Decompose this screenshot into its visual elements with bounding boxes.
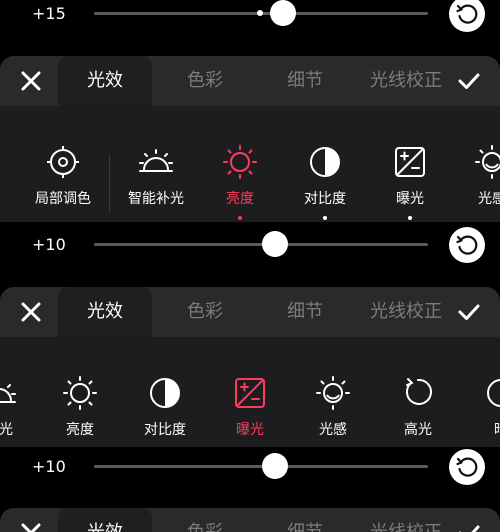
light-sense-icon	[316, 376, 350, 410]
tab-light-effect[interactable]: 光效	[58, 287, 152, 337]
slider-value: +10	[32, 235, 66, 254]
check-icon[interactable]	[457, 521, 481, 532]
reset-icon	[456, 457, 478, 477]
tool-label: 对比度	[144, 422, 186, 438]
tab-light-correction[interactable]: 光线校正	[362, 287, 450, 337]
exposure-icon	[235, 378, 265, 408]
sun-icon	[63, 376, 97, 410]
reset-icon	[456, 4, 478, 24]
sun-icon	[223, 145, 257, 179]
adjust-panel: 光效 色彩 细节 光线校正 补光 亮度 对比度	[0, 287, 500, 447]
tab-color[interactable]: 色彩	[160, 56, 250, 106]
tool-local-color[interactable]: 局部调色	[22, 144, 104, 208]
shadow-icon	[487, 379, 500, 407]
adjust-panel: 光效 色彩 细节 光线校正 局部调色 智能补光 亮度 对比度 曝光 光感	[0, 56, 500, 222]
check-icon[interactable]	[457, 300, 481, 324]
tool-contrast[interactable]: 对比度	[284, 144, 366, 208]
tool-fill-light[interactable]: 补光	[0, 375, 40, 439]
tab-color[interactable]: 色彩	[160, 508, 250, 532]
sunrise-icon	[139, 149, 173, 172]
slider-default-mark	[257, 10, 263, 16]
tab-bar: 光效 色彩 细节 光线校正	[0, 287, 500, 337]
tool-label: 局部调色	[35, 191, 91, 207]
tab-detail[interactable]: 细节	[260, 287, 350, 337]
reset-button[interactable]	[449, 0, 485, 32]
tool-label: 补光	[0, 422, 13, 438]
close-icon[interactable]	[19, 300, 43, 324]
tool-light-sense[interactable]: 光感	[292, 375, 374, 439]
slider-value: +10	[32, 457, 66, 476]
tool-label: 光感	[319, 422, 347, 438]
tool-label: 曝光	[396, 191, 424, 207]
tool-label: 光感	[478, 191, 500, 207]
reset-button[interactable]	[449, 227, 485, 263]
sunrise-icon	[0, 381, 16, 403]
divider	[109, 154, 110, 212]
reset-button[interactable]	[449, 449, 485, 485]
target-icon	[47, 146, 79, 178]
tool-brightness[interactable]: 亮度	[199, 144, 281, 208]
tool-shadow[interactable]: 暗	[460, 375, 500, 439]
close-icon[interactable]	[19, 69, 43, 93]
slider-value: +15	[32, 4, 66, 23]
slider-thumb[interactable]	[262, 453, 288, 479]
slider-thumb[interactable]	[262, 231, 288, 257]
tool-label: 曝光	[236, 422, 264, 438]
tool-label: 亮度	[66, 422, 94, 438]
tool-light-sense[interactable]: 光感	[451, 144, 500, 208]
slider-row: +15	[0, 0, 500, 42]
tab-bar: 光效 色彩 细节 光线校正	[0, 508, 500, 532]
tab-light-effect[interactable]: 光效	[58, 56, 152, 106]
tool-brightness[interactable]: 亮度	[39, 375, 121, 439]
tool-label: 智能补光	[128, 191, 184, 207]
tab-light-correction[interactable]: 光线校正	[362, 56, 450, 106]
tab-light-effect[interactable]: 光效	[58, 508, 152, 532]
slider-track[interactable]	[94, 243, 428, 246]
adjust-panel: 光效 色彩 细节 光线校正	[0, 508, 500, 532]
tool-contrast[interactable]: 对比度	[124, 375, 206, 439]
tab-detail[interactable]: 细节	[260, 56, 350, 106]
reset-icon	[456, 235, 478, 255]
slider-row: +10	[0, 440, 500, 496]
tool-smart-fill-light[interactable]: 智能补光	[115, 144, 197, 208]
slider-row: +10	[0, 218, 500, 274]
check-icon[interactable]	[457, 69, 481, 93]
tool-label: 高光	[404, 422, 432, 438]
tool-exposure[interactable]: 曝光	[369, 144, 451, 208]
contrast-icon	[310, 147, 340, 177]
tool-label: 亮度	[226, 191, 254, 207]
highlight-icon	[406, 378, 432, 405]
slider-track[interactable]	[94, 465, 428, 468]
contrast-icon	[150, 378, 180, 408]
tool-label: 暗	[460, 419, 500, 439]
light-sense-icon	[475, 145, 500, 179]
tool-label: 对比度	[304, 191, 346, 207]
tool-highlight[interactable]: 高光	[377, 375, 459, 439]
tab-detail[interactable]: 细节	[260, 508, 350, 532]
slider-thumb[interactable]	[270, 0, 296, 26]
exposure-icon	[395, 147, 425, 177]
tab-light-correction[interactable]: 光线校正	[362, 508, 450, 532]
tool-exposure[interactable]: 曝光	[209, 375, 291, 439]
tab-color[interactable]: 色彩	[160, 287, 250, 337]
close-icon[interactable]	[19, 521, 43, 532]
tab-bar: 光效 色彩 细节 光线校正	[0, 56, 500, 106]
